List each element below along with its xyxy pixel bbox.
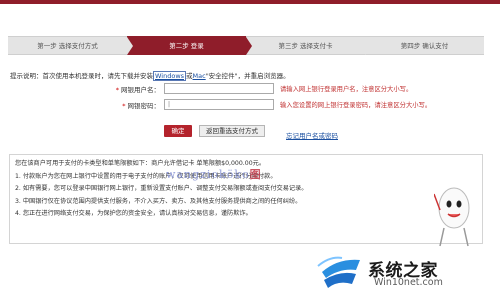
username-hint: 请输入网上银行登录用户名，注意区分大小写。 — [280, 86, 413, 93]
watermark: wangzioköko图 — [166, 166, 262, 182]
step-arrow-icon — [365, 37, 371, 55]
notice-prefix: 提示说明：首次使用本机登录时，请先下载并安装 — [10, 72, 153, 80]
windows-logo-icon — [317, 256, 360, 288]
username-input[interactable] — [164, 83, 274, 94]
mac-download-link[interactable]: Mac — [193, 72, 206, 80]
required-mark: * — [122, 101, 126, 110]
info-line: 2. 如有需要，您可以登录中国银行网上银行，重新设置支付账户、调整支付交易限额或… — [15, 185, 308, 192]
notice-text: 提示说明：首次使用本机登录时，请先下载并安装 Windows 或Mac"安全控件"，… — [10, 70, 290, 81]
windows-download-link[interactable]: Windows — [153, 71, 187, 81]
step-arrow-icon — [246, 37, 252, 55]
step-3: 第三步 选择支付卡 — [246, 36, 371, 55]
reselect-payment-button[interactable]: 返回重选支付方式 — [199, 125, 265, 137]
password-label: * 网银密码： — [70, 100, 160, 110]
password-row: * 网银密码： | 输入您设置的网上银行登录密码，请注意区分大小写。 — [70, 99, 431, 110]
password-input[interactable]: | — [164, 99, 274, 110]
step-arrow-icon — [127, 37, 133, 55]
step-1: 第一步 选择支付方式 — [8, 36, 133, 55]
watermark-text: wangzioköko — [166, 168, 250, 181]
confirm-button[interactable]: 确定 — [164, 125, 192, 137]
username-label-text: 网银用户名： — [121, 85, 160, 94]
notice-suffix: "安全控件"，并重启浏览器。 — [205, 72, 290, 80]
username-row: * 网银用户名： 请输入网上银行登录用户名，注意区分大小写。 — [70, 83, 412, 94]
payment-steps: 第一步 选择支付方式 第二步 登录 第三步 选择支付卡 第四步 确认支付 — [8, 36, 484, 55]
step-3-label: 第三步 选择支付卡 — [278, 42, 333, 50]
logo-url: Win10net.com — [374, 277, 443, 288]
required-mark: * — [115, 85, 119, 94]
top-accent-bar — [0, 0, 500, 4]
step-1-label: 第一步 选择支付方式 — [37, 42, 98, 50]
info-line: 3. 中国银行仅在协议范围内提供支付服务，不介入买方、卖方、及其他支付服务提供商… — [15, 197, 302, 205]
step-2: 第二步 登录 — [127, 36, 252, 55]
step-2-label: 第二步 登录 — [169, 42, 204, 50]
watermark-brand: 图 — [249, 168, 262, 181]
username-label: * 网银用户名： — [70, 84, 160, 94]
cartoon-figure-icon — [434, 187, 470, 247]
site-logo: 系统之家 Win10net.com — [316, 254, 498, 292]
step-4-label: 第四步 确认支付 — [400, 42, 449, 50]
forgot-credentials-link[interactable]: 忘记用户名或密码 — [286, 130, 338, 140]
info-line: 4. 您正在进行网络支付交易，为保护您的资金安全，请认真核对交易信息，谨防欺诈。 — [15, 210, 252, 217]
step-4: 第四步 确认支付 — [365, 36, 484, 55]
password-label-text: 网银密码： — [127, 101, 161, 110]
password-hint: 输入您设置的网上银行登录密码，请注意区分大小写。 — [280, 102, 432, 109]
